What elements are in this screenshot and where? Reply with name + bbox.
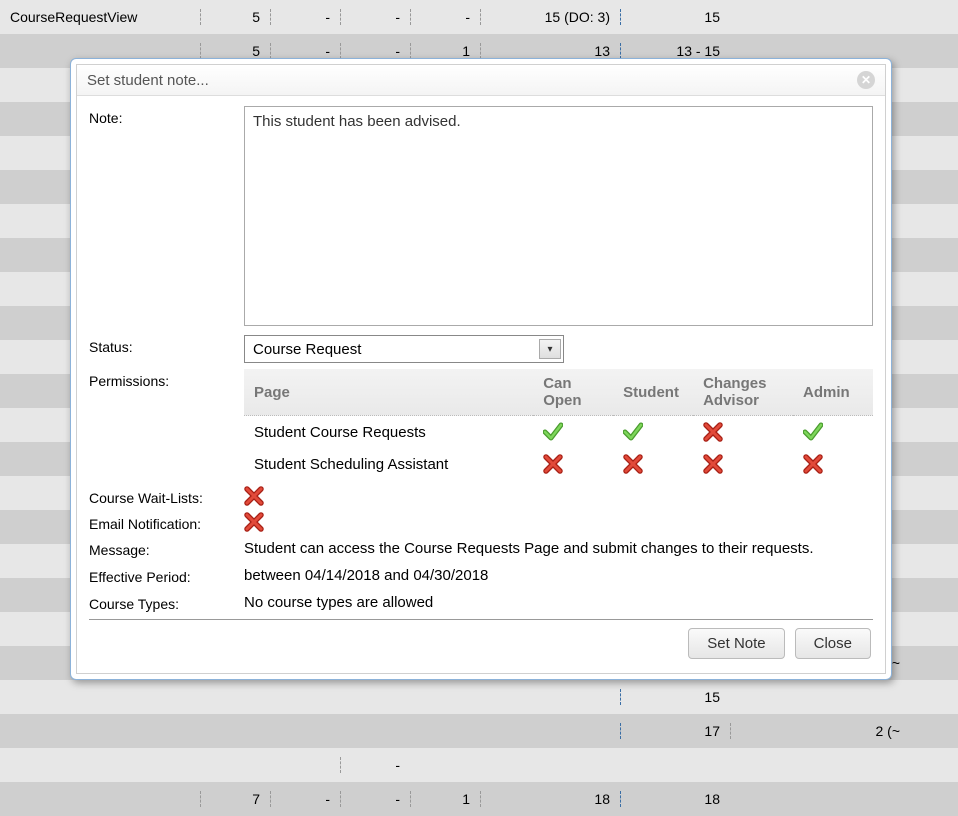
dialog-title: Set student note... [87,72,209,89]
table-row: CourseRequestView5---15 (DO: 3)15 [0,0,958,34]
grid-cell: 7 [200,791,270,807]
grid-cell: - [410,9,480,25]
grid-cell: 5 [200,43,270,59]
grid-cell: - [340,9,410,25]
grid-cell: 15 (DO: 3) [480,9,620,25]
perm-header-page: Page [244,369,533,416]
x-icon [543,454,563,474]
status-label: Status: [89,335,244,355]
email-label: Email Notification: [89,512,244,532]
x-icon [623,454,643,474]
permissions-label: Permissions: [89,369,244,389]
waitlists-label: Course Wait-Lists: [89,486,244,506]
grid-cell: 18 [480,791,620,807]
perm-header-canopen: Can Open [533,369,613,416]
x-icon [244,512,264,532]
permission-cell [793,416,873,449]
permission-cell [613,416,693,449]
effective-label: Effective Period: [89,565,244,585]
note-textarea[interactable] [244,106,873,326]
x-icon [703,422,723,442]
close-icon[interactable]: ✕ [857,71,875,89]
perm-header-student: Student [613,369,693,416]
permission-cell [613,448,693,480]
permission-cell [693,448,793,480]
grid-cell: 2 (~ [730,723,910,739]
grid-cell: - [270,9,340,25]
grid-cell: 15 [620,689,730,705]
effective-text: between 04/14/2018 and 04/30/2018 [244,565,873,586]
student-note-dialog: Set student note... ✕ Note: Status: Cour… [70,58,892,680]
grid-cell: 1 [410,791,480,807]
grid-cell: - [270,791,340,807]
table-row: 15 [0,680,958,714]
table-row: 7--11818 [0,782,958,816]
dialog-titlebar[interactable]: Set student note... ✕ [77,65,885,96]
perm-header-admin: Admin [793,369,873,416]
grid-cell: - [270,43,340,59]
grid-cell: 15 [620,9,730,25]
coursetypes-text: No course types are allowed [244,592,873,613]
divider [89,619,873,620]
permissions-table: Page Can Open Student Changes Advisor Ad… [244,369,873,480]
grid-cell: 13 - 15 [620,43,730,59]
status-select-value: Course Request [253,341,539,358]
grid-cell: 13 [480,43,620,59]
grid-cell: CourseRequestView [0,9,200,25]
coursetypes-label: Course Types: [89,592,244,612]
status-select[interactable]: Course Request ▾ [244,335,564,363]
x-icon [703,454,723,474]
message-text: Student can access the Course Requests P… [244,538,873,559]
grid-cell: 5 [200,9,270,25]
check-icon [803,422,823,442]
x-icon [803,454,823,474]
check-icon [543,422,563,442]
email-value [244,512,873,532]
permission-cell [793,448,873,480]
grid-cell: - [340,43,410,59]
grid-cell: - [340,757,410,773]
waitlists-value [244,486,873,506]
close-button[interactable]: Close [795,628,871,659]
table-row: 172 (~ [0,714,958,748]
check-icon [623,422,643,442]
grid-cell: - [340,791,410,807]
grid-cell: 17 [620,723,730,739]
note-label: Note: [89,106,244,126]
permission-row: Student Scheduling Assistant [244,448,873,480]
permission-page: Student Scheduling Assistant [244,448,533,480]
chevron-down-icon[interactable]: ▾ [539,339,561,359]
permission-row: Student Course Requests [244,416,873,449]
table-row: - [0,748,958,782]
grid-cell: 1 [410,43,480,59]
permission-cell [693,416,793,449]
message-label: Message: [89,538,244,558]
set-note-button[interactable]: Set Note [688,628,784,659]
grid-cell: 18 [620,791,730,807]
x-icon [244,486,264,506]
perm-header-advisor: Changes Advisor [693,369,793,416]
permission-cell [533,448,613,480]
permission-cell [533,416,613,449]
permission-page: Student Course Requests [244,416,533,449]
